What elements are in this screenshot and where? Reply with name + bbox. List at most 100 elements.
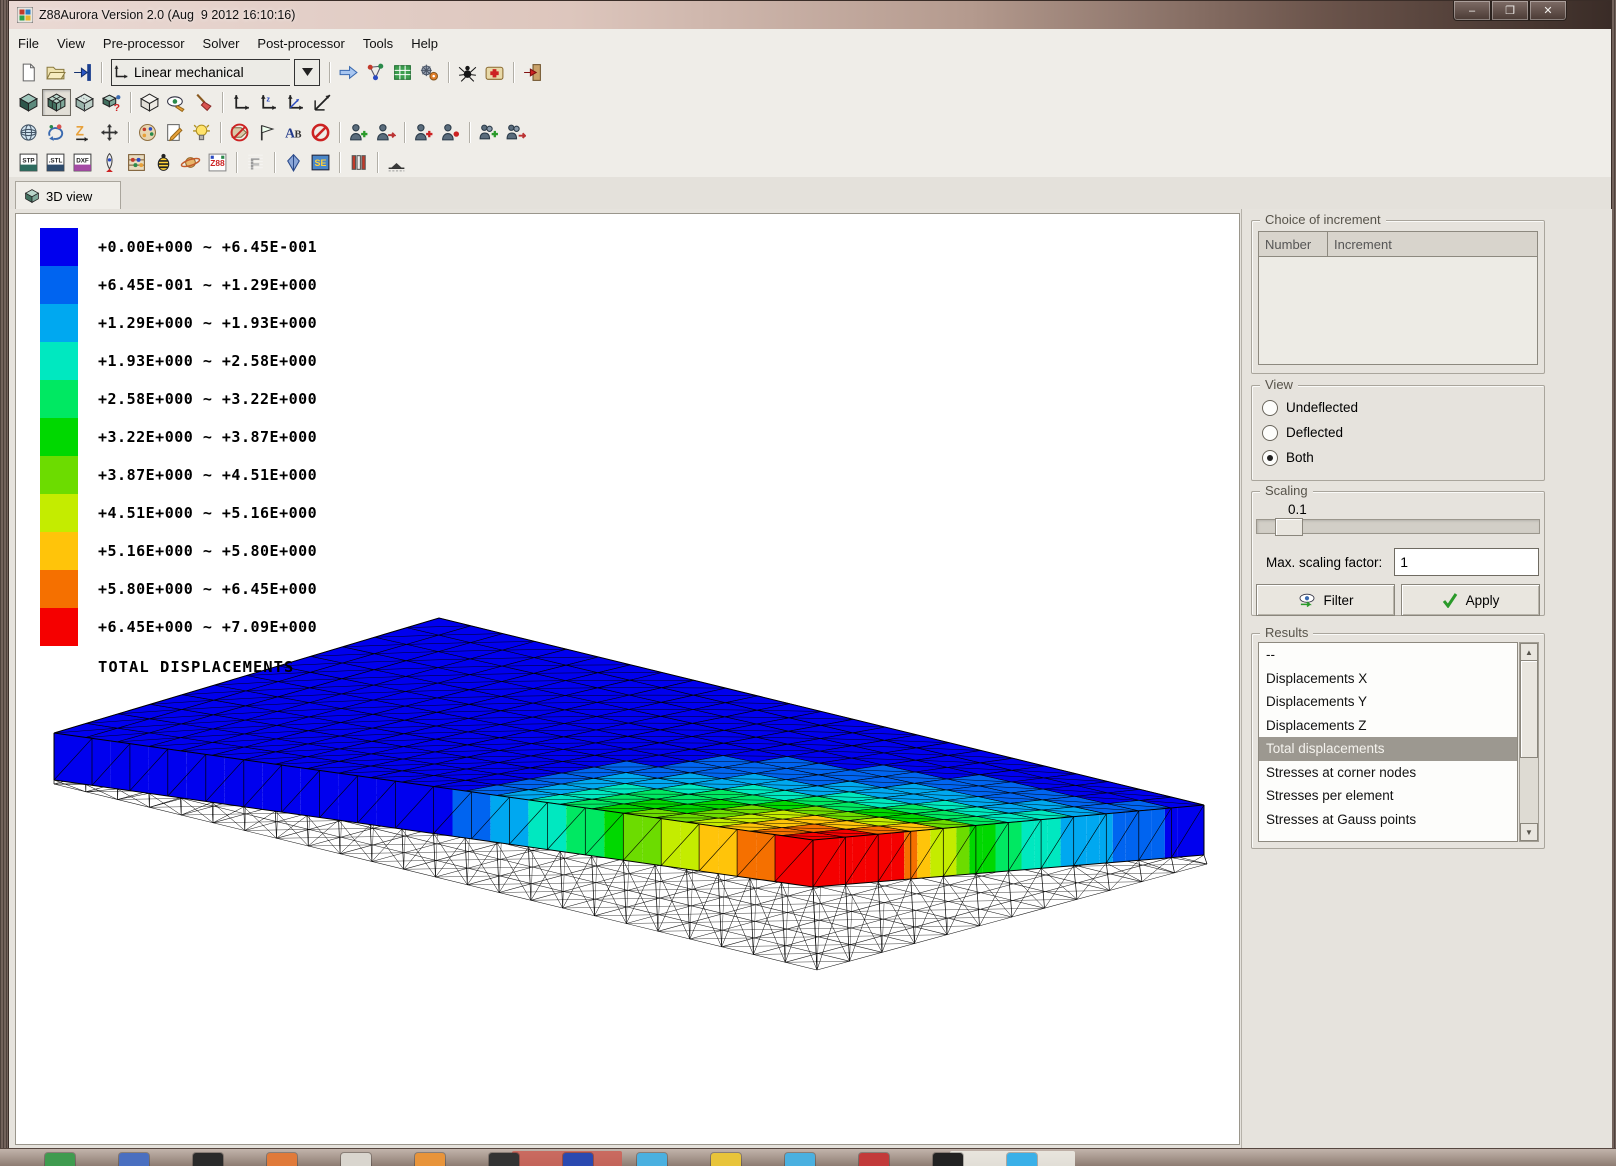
radio-both[interactable]: Both — [1262, 445, 1544, 470]
menu-solver[interactable]: Solver — [194, 32, 249, 55]
se-badge-icon[interactable]: SE — [307, 150, 334, 175]
column-increment[interactable]: Increment — [1328, 232, 1392, 256]
columns-icon[interactable] — [345, 150, 372, 175]
group-arrow-icon[interactable] — [502, 120, 529, 145]
radio-dot[interactable] — [1262, 400, 1278, 416]
run-arrow-icon[interactable] — [335, 60, 362, 85]
label-off-icon[interactable] — [226, 120, 253, 145]
mesh-nodes-icon[interactable] — [362, 60, 389, 85]
z88-logo-icon[interactable]: Z88 — [204, 150, 231, 175]
table-calc-icon[interactable] — [389, 60, 416, 85]
person-dot-red-icon[interactable] — [437, 120, 464, 145]
slider-thumb[interactable] — [1275, 518, 1303, 536]
menu-file[interactable]: File — [9, 32, 48, 55]
rocket-icon[interactable] — [96, 150, 123, 175]
font-icon[interactable]: AB — [280, 120, 307, 145]
first-aid-icon[interactable] — [481, 60, 508, 85]
result-item[interactable]: Stresses at corner nodes — [1259, 761, 1517, 785]
taskbar-app-icon[interactable] — [119, 1153, 149, 1166]
person-add-icon[interactable] — [345, 120, 372, 145]
increment-table[interactable]: Number Increment — [1258, 231, 1538, 365]
taskbar-app-icon[interactable] — [415, 1153, 445, 1166]
globe-icon[interactable] — [15, 120, 42, 145]
result-item[interactable]: Total displacements — [1259, 737, 1517, 761]
axis-corner-icon[interactable] — [309, 90, 336, 115]
taskbar-app-icon[interactable] — [933, 1153, 963, 1166]
apply-button[interactable]: Apply — [1401, 584, 1540, 616]
taskbar[interactable] — [0, 1148, 1616, 1166]
results-list[interactable]: --Displacements XDisplacements YDisplace… — [1258, 642, 1518, 842]
taskbar-app-icon[interactable] — [637, 1153, 667, 1166]
surface-flag-icon[interactable] — [253, 120, 280, 145]
menu-view[interactable]: View — [48, 32, 94, 55]
result-item[interactable]: Stresses per element — [1259, 784, 1517, 808]
maximize-button[interactable]: ❐ — [1491, 1, 1529, 21]
radio-undeflected[interactable]: Undeflected — [1262, 395, 1544, 420]
combo-dropdown-arrow[interactable] — [294, 59, 320, 86]
taskbar-app-icon[interactable] — [1007, 1153, 1037, 1166]
bee-icon[interactable] — [150, 150, 177, 175]
taskbar-app-icon[interactable] — [711, 1153, 741, 1166]
title-bar[interactable]: Z88Aurora Version 2.0 (Aug 9 2012 16:10:… — [9, 1, 1611, 30]
open-folder-icon[interactable] — [42, 60, 69, 85]
dxf-file-icon[interactable]: DXF — [69, 150, 96, 175]
ban-icon[interactable] — [307, 120, 334, 145]
spider-icon[interactable] — [454, 60, 481, 85]
scroll-up-arrow[interactable]: ▲ — [1520, 643, 1538, 661]
move-icon[interactable] — [96, 120, 123, 145]
zoom-z-icon[interactable]: Z — [69, 120, 96, 145]
taskbar-app-icon[interactable] — [563, 1153, 593, 1166]
result-item[interactable]: Displacements X — [1259, 667, 1517, 691]
radio-dot[interactable] — [1262, 450, 1278, 466]
rotate-view-icon[interactable] — [42, 120, 69, 145]
taskbar-app-icon[interactable] — [785, 1153, 815, 1166]
result-item[interactable]: Stresses at Gauss points — [1259, 808, 1517, 832]
scroll-down-arrow[interactable]: ▼ — [1520, 823, 1538, 841]
scrollbar-thumb[interactable] — [1520, 660, 1538, 758]
scaling-slider[interactable] — [1256, 519, 1540, 534]
spinner-icon[interactable] — [280, 150, 307, 175]
stp-file-icon[interactable]: STP — [15, 150, 42, 175]
menu-help[interactable]: Help — [402, 32, 447, 55]
result-item[interactable]: Displacements Y — [1259, 690, 1517, 714]
axis-xy-icon[interactable] — [228, 90, 255, 115]
prism-icon[interactable] — [383, 150, 410, 175]
result-item[interactable]: -- — [1259, 643, 1517, 667]
results-scrollbar[interactable]: ▲ ▼ — [1519, 642, 1539, 842]
menu-pre-processor[interactable]: Pre-processor — [94, 32, 194, 55]
saturn-icon[interactable] — [177, 150, 204, 175]
viewport-3d[interactable]: +0.00E+000 ~ +6.45E-001+6.45E-001 ~ +1.2… — [15, 213, 1240, 1145]
taskbar-app-icon[interactable] — [45, 1153, 75, 1166]
taskbar-app-icon[interactable] — [489, 1153, 519, 1166]
axis-xyz-icon[interactable]: z — [255, 90, 282, 115]
person-plus-red-icon[interactable] — [410, 120, 437, 145]
axis-zy-icon[interactable] — [282, 90, 309, 115]
bulb-icon[interactable] — [188, 120, 215, 145]
palette-icon[interactable] — [134, 120, 161, 145]
result-item[interactable]: Displacements Z — [1259, 714, 1517, 738]
radio-deflected[interactable]: Deflected — [1262, 420, 1544, 445]
column-number[interactable]: Number — [1259, 232, 1328, 256]
minimize-button[interactable]: – — [1453, 1, 1491, 21]
close-button[interactable]: ✕ — [1529, 1, 1567, 21]
new-file-icon[interactable] — [15, 60, 42, 85]
cube-help-icon[interactable]: ? — [98, 90, 125, 115]
module-select[interactable]: Linear mechanical — [111, 59, 290, 86]
filter-button[interactable]: Filter — [1256, 584, 1395, 616]
cube-solid-icon[interactable] — [15, 90, 42, 115]
taskbar-app-icon[interactable] — [341, 1153, 371, 1166]
pattern-f-icon[interactable]: F — [242, 150, 269, 175]
menu-tools[interactable]: Tools — [354, 32, 402, 55]
taskbar-app-icon[interactable] — [267, 1153, 297, 1166]
max-scaling-factor-input[interactable] — [1394, 548, 1539, 576]
cube-outline-icon[interactable] — [136, 90, 163, 115]
taskbar-app-icon[interactable] — [193, 1153, 223, 1166]
radio-dot[interactable] — [1262, 425, 1278, 441]
exit-icon[interactable] — [519, 60, 546, 85]
tab-3d-view[interactable]: 3D view — [15, 181, 121, 210]
edit-doc-icon[interactable] — [161, 120, 188, 145]
import-icon[interactable] — [69, 60, 96, 85]
person-arrow-icon[interactable] — [372, 120, 399, 145]
taskbar-app-icon[interactable] — [859, 1153, 889, 1166]
broom-icon[interactable] — [190, 90, 217, 115]
